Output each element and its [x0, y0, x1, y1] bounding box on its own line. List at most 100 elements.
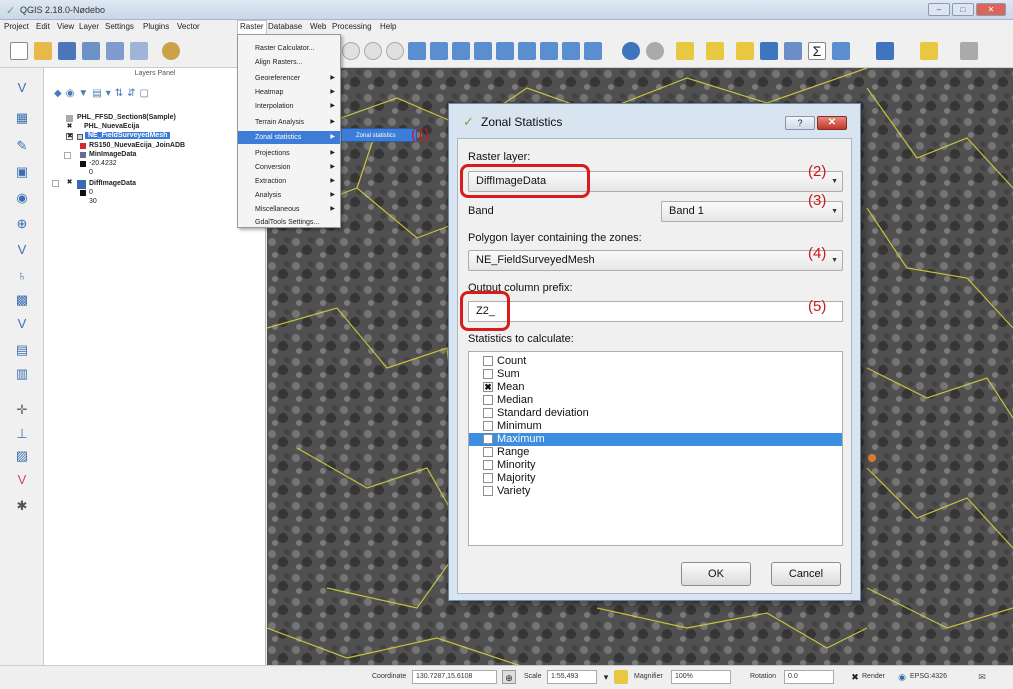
zoom-last-icon[interactable] [474, 42, 492, 60]
layer-group-label[interactable]: PHL_FFSD_Section8(Sample) [77, 114, 176, 121]
menu-layer[interactable]: Layer [79, 22, 99, 31]
zoom-selection-icon[interactable] [430, 42, 448, 60]
add-raster-layer-icon[interactable]: ▦ [12, 108, 32, 128]
menu-zonal-statistics[interactable]: Zonal statistics ▶ [238, 131, 340, 144]
new-project-icon[interactable] [10, 42, 28, 60]
column-prefix-input[interactable]: Z2_ [468, 301, 843, 322]
new-print-composer-icon[interactable] [106, 42, 124, 60]
create-layer-icon[interactable]: V [12, 470, 32, 490]
add-wms-icon[interactable]: ◉ [12, 188, 32, 208]
menu-settings[interactable]: Settings [105, 22, 134, 31]
zoom-next-icon[interactable] [496, 42, 514, 60]
messages-icon[interactable]: ✉ [975, 670, 989, 684]
minimize-button[interactable]: – [928, 3, 950, 16]
statistical-summary-icon[interactable] [784, 42, 802, 60]
open-attribute-table-icon[interactable] [760, 42, 778, 60]
menu-conversion[interactable]: Conversion ▶ [238, 161, 340, 174]
add-wcs-icon[interactable]: ⊕ [12, 214, 32, 234]
dialog-help-button[interactable]: ? [785, 116, 815, 130]
add-spatialite-icon[interactable]: ▣ [12, 162, 32, 182]
stat-checkbox-checked[interactable]: ✖ [483, 382, 493, 392]
zoom-full-icon[interactable] [408, 42, 426, 60]
add-delimited-text-icon[interactable]: ✎ [12, 136, 32, 156]
stat-median[interactable]: Median [469, 394, 842, 407]
new-spatialite-icon[interactable]: ▤ [12, 340, 32, 360]
menu-georeferencer[interactable]: Georeferencer ▶ [238, 72, 340, 85]
magnifier-field[interactable]: 100% [671, 670, 731, 684]
layer-row[interactable]: DiffImageData [89, 180, 136, 187]
menu-web[interactable]: Web [310, 22, 326, 31]
layer-row[interactable]: RS150_NuevaEcija_JoinADB [89, 142, 185, 149]
menu-gdaltools-settings[interactable]: GdalTools Settings... [238, 216, 340, 229]
stat-minority[interactable]: Minority [469, 459, 842, 472]
stat-checkbox[interactable] [483, 434, 493, 444]
stat-checkbox[interactable] [483, 421, 493, 431]
map-tips-icon[interactable] [876, 42, 894, 60]
stat-variety[interactable]: Variety [469, 485, 842, 498]
show-bookmarks-icon[interactable] [562, 42, 580, 60]
zoom-out-icon[interactable] [364, 42, 382, 60]
new-map-view-icon[interactable] [518, 42, 536, 60]
save-project-icon[interactable] [58, 42, 76, 60]
menu-help[interactable]: Help [380, 22, 396, 31]
stat-checkbox[interactable] [483, 369, 493, 379]
dialog-close-button[interactable]: ✕ [817, 116, 847, 130]
submenu-zonal-statistics[interactable]: Zonal statistics [341, 128, 417, 142]
select-features-icon[interactable] [676, 42, 694, 60]
layer-checkbox[interactable] [64, 152, 71, 159]
add-vector-layer-icon[interactable]: V [12, 78, 32, 98]
select-by-value-icon[interactable] [706, 42, 724, 60]
gps-icon[interactable]: ✛ [12, 400, 32, 420]
add-postgis-icon[interactable]: ♄ [12, 266, 32, 286]
action-icon[interactable] [646, 42, 664, 60]
chevron-down-icon[interactable]: ▾ [599, 670, 613, 684]
refresh-icon[interactable] [584, 42, 602, 60]
menu-project[interactable]: Project [4, 22, 29, 31]
stat-checkbox[interactable] [483, 447, 493, 457]
menu-plugins[interactable]: Plugins [143, 22, 169, 31]
layers-panel-toolbar[interactable]: ◆◉▼▤▾⇅⇵▢ [54, 88, 153, 99]
new-bookmark-icon[interactable] [540, 42, 558, 60]
cancel-button[interactable]: Cancel [771, 562, 841, 586]
menu-interpolation[interactable]: Interpolation ▶ [238, 100, 340, 113]
layer-row[interactable]: PHL_NuevaEcija [84, 123, 139, 130]
layer-checkbox[interactable]: ✖ [66, 179, 73, 187]
menu-align-rasters[interactable]: Align Rasters... [238, 56, 340, 69]
polygon-layer-combo[interactable]: NE_FieldSurveyedMesh ▼ [468, 250, 843, 271]
layer-row-selected[interactable]: NE_FieldSurveyedMesh [85, 132, 171, 139]
crs-label[interactable]: EPSG:4326 [910, 673, 947, 680]
identify-icon[interactable] [622, 42, 640, 60]
add-oracle-icon[interactable]: ⊥ [12, 424, 32, 444]
menu-view[interactable]: View [57, 22, 74, 31]
stat-checkbox[interactable] [483, 395, 493, 405]
add-mssql-icon[interactable]: ▩ [12, 290, 32, 310]
new-shapefile-icon[interactable]: V [12, 314, 32, 334]
add-geonode-icon[interactable]: ▨ [12, 446, 32, 466]
coordinate-field[interactable]: 130.7287,15.6108 [412, 670, 497, 684]
menu-database[interactable]: Database [268, 22, 302, 31]
deselect-icon[interactable] [736, 42, 754, 60]
sum-icon[interactable]: Σ [808, 42, 826, 60]
zoom-in-icon[interactable] [342, 42, 360, 60]
maximize-button[interactable]: □ [952, 3, 974, 16]
stat-checkbox[interactable] [483, 408, 493, 418]
zoom-layer-icon[interactable] [452, 42, 470, 60]
zoom-native-icon[interactable] [386, 42, 404, 60]
menu-vector[interactable]: Vector [177, 22, 200, 31]
save-as-icon[interactable] [82, 42, 100, 60]
add-virtual-layer-icon[interactable]: ▥ [12, 364, 32, 384]
pan-map-icon[interactable] [162, 42, 180, 60]
ok-button[interactable]: OK [681, 562, 751, 586]
menu-extraction[interactable]: Extraction ▶ [238, 175, 340, 188]
open-project-icon[interactable] [34, 42, 52, 60]
stat-range[interactable]: Range [469, 446, 842, 459]
stat-checkbox[interactable] [483, 486, 493, 496]
stat-maximum[interactable]: Maximum [469, 433, 842, 446]
menu-edit[interactable]: Edit [36, 22, 50, 31]
stat-checkbox[interactable] [483, 356, 493, 366]
menu-analysis[interactable]: Analysis ▶ [238, 189, 340, 202]
stat-checkbox[interactable] [483, 473, 493, 483]
expand-toggle[interactable] [52, 180, 59, 187]
measure-icon[interactable] [832, 42, 850, 60]
layer-row[interactable]: MinImageData [89, 151, 136, 158]
